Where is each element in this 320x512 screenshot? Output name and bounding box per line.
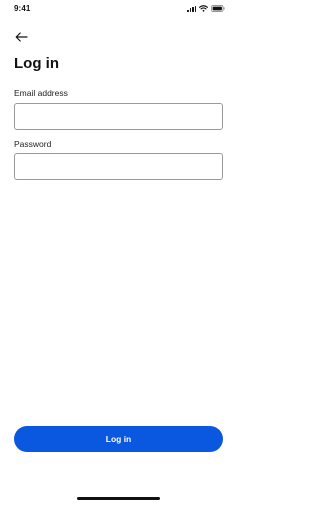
battery-icon — [211, 5, 225, 12]
signal-icon — [187, 5, 196, 12]
login-screen: 9:41 Log in Email address Password Log i… — [0, 0, 237, 512]
page-title: Log in — [14, 55, 59, 72]
wifi-icon — [199, 5, 208, 12]
home-indicator — [77, 497, 160, 500]
password-field[interactable] — [14, 153, 223, 180]
back-button[interactable] — [12, 30, 30, 44]
email-field[interactable] — [14, 103, 223, 130]
login-button[interactable]: Log in — [14, 426, 223, 452]
status-time: 9:41 — [14, 4, 31, 13]
status-bar: 9:41 — [0, 0, 237, 20]
arrow-left-icon — [15, 32, 28, 42]
password-label: Password — [14, 139, 52, 149]
status-icons — [187, 5, 225, 12]
email-label: Email address — [14, 88, 68, 98]
